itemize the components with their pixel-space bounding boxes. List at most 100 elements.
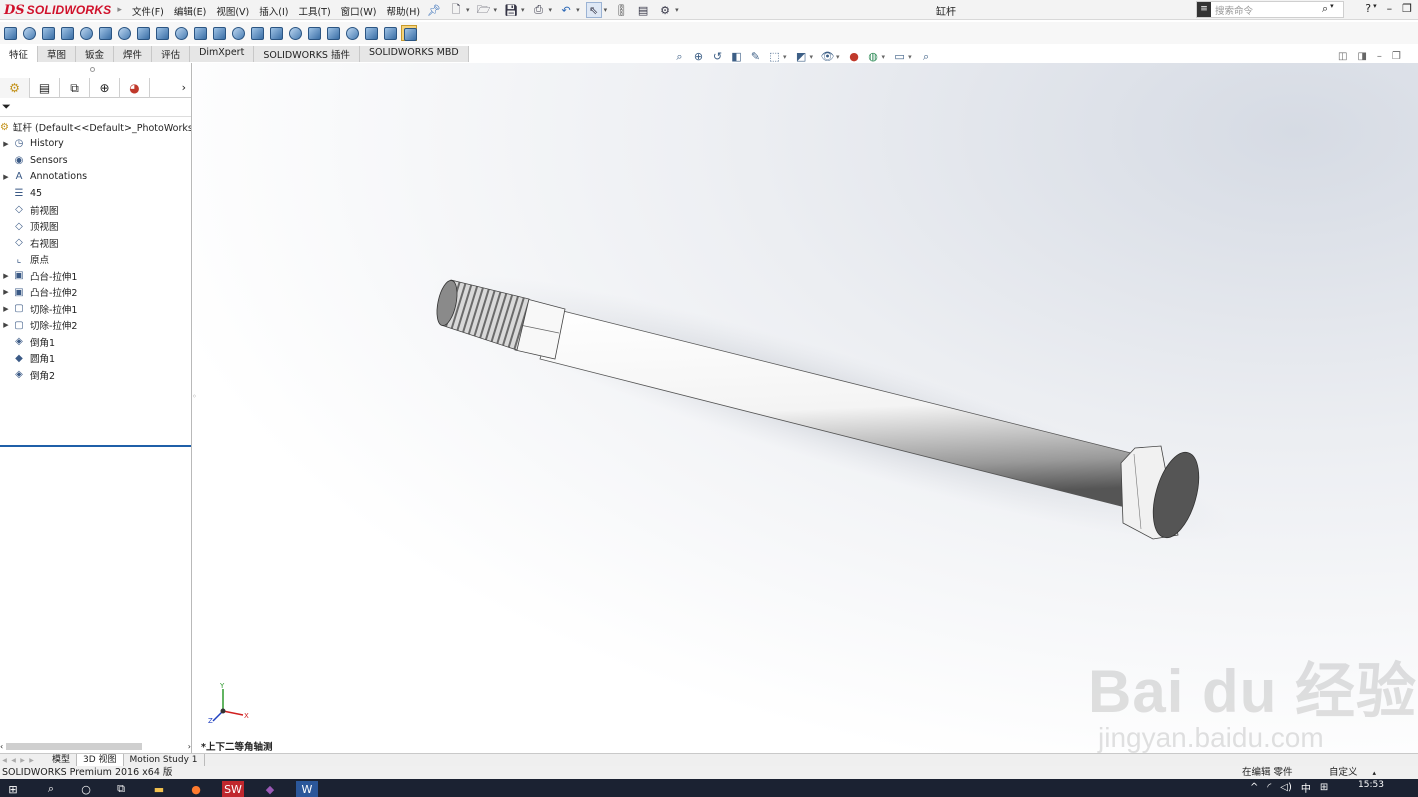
tree-horizontal-scrollbar[interactable]: ‹ ›	[0, 741, 191, 752]
expand-arrow-icon[interactable]: ▶	[0, 305, 12, 313]
extruded-cut-icon[interactable]	[97, 25, 113, 41]
propertymanager-tab-icon[interactable]: ▤	[30, 78, 60, 98]
instant3d-icon[interactable]	[401, 25, 417, 41]
menu-file[interactable]: 文件(F)	[132, 3, 164, 19]
intersect-icon[interactable]	[325, 25, 341, 41]
custom-units-status[interactable]: 自定义 ▴	[1329, 766, 1376, 780]
restore-icon[interactable]: ❐	[1392, 51, 1401, 62]
prev-tab-icon[interactable]: ◀	[9, 757, 18, 764]
search-icon[interactable]: ⌕	[40, 781, 62, 797]
chevron-down-icon[interactable]: ▾	[1373, 2, 1377, 15]
display-style-icon[interactable]: ◩	[794, 49, 809, 64]
draft-icon[interactable]	[287, 25, 303, 41]
tree-filter[interactable]: ⏷	[0, 100, 191, 117]
tab-solidworks-addins[interactable]: SOLIDWORKS 插件	[254, 46, 360, 62]
displaymanager-tab-icon[interactable]: ◕	[120, 78, 150, 98]
tab-dimxpert[interactable]: DimXpert	[190, 46, 255, 62]
dimxpertmanager-tab-icon[interactable]: ⊕	[90, 78, 120, 98]
view-orientation-icon[interactable]: ⬚	[767, 49, 782, 64]
tab-evaluate[interactable]: 评估	[152, 46, 191, 62]
chevron-down-icon[interactable]: ▾	[521, 6, 525, 14]
tab-weldments[interactable]: 焊件	[114, 46, 153, 62]
solidworks-logo[interactable]: DS SOLIDWORKS ▸	[4, 2, 122, 18]
expand-arrow-icon[interactable]: ▶	[0, 173, 12, 181]
tab-model[interactable]: 模型	[46, 754, 78, 766]
apply-scene-icon[interactable]: ◍	[866, 49, 881, 64]
view-settings-icon[interactable]: ▭	[892, 49, 907, 64]
menu-edit[interactable]: 编辑(E)	[174, 3, 206, 19]
tab-sheet-metal[interactable]: 钣金	[76, 46, 115, 62]
edit-appearance-icon[interactable]: ●	[847, 49, 862, 64]
select-cursor-icon[interactable]: ⇖	[585, 2, 602, 18]
first-tab-icon[interactable]: ◀	[0, 757, 9, 764]
tab-solidworks-mbd[interactable]: SOLIDWORKS MBD	[359, 46, 469, 62]
volume-icon[interactable]: ◁)	[1280, 782, 1292, 793]
menu-help[interactable]: 帮助(H)	[386, 3, 420, 19]
lofted-boss-icon[interactable]	[59, 25, 75, 41]
chevron-down-icon[interactable]: ▾	[783, 53, 787, 61]
open-folder-icon[interactable]: 🗁	[476, 2, 492, 18]
collapse-handle[interactable]	[90, 67, 95, 72]
tree-item[interactable]: ⌞ 原点	[0, 251, 191, 268]
word-icon[interactable]: W	[296, 781, 318, 797]
boundary-cut-icon[interactable]	[192, 25, 208, 41]
shell-icon[interactable]	[306, 25, 322, 41]
scroll-left-icon[interactable]: ‹	[0, 742, 3, 751]
help-icon[interactable]: ?	[1365, 2, 1371, 15]
chevron-down-icon[interactable]: ▾	[810, 53, 814, 61]
menu-window[interactable]: 窗口(W)	[341, 3, 377, 19]
menu-tools[interactable]: 工具(T)	[298, 3, 330, 19]
scroll-thumb[interactable]	[6, 743, 143, 750]
input-language[interactable]: 中	[1301, 780, 1311, 795]
chevron-down-icon[interactable]: ▾	[466, 6, 470, 14]
revolved-cut-icon[interactable]	[135, 25, 151, 41]
tree-item[interactable]: ◉ Sensors	[0, 152, 191, 169]
featuremanager-tab-icon[interactable]: ⚙	[0, 78, 30, 98]
chevron-down-icon[interactable]: ▾	[882, 53, 886, 61]
file-explorer-icon[interactable]: ▬	[148, 781, 170, 797]
dynamic-annotation-icon[interactable]: ✎	[748, 49, 763, 64]
scroll-right-icon[interactable]: ›	[188, 742, 191, 751]
previous-view-icon[interactable]: ↺	[710, 49, 725, 64]
expand-arrow-icon[interactable]: ▶	[0, 140, 12, 148]
tree-item[interactable]: ☰ 45	[0, 185, 191, 202]
tree-item[interactable]: ▶ A Annotations	[0, 169, 191, 186]
chevron-down-icon[interactable]: ▾	[549, 6, 553, 14]
tree-item[interactable]: ◇ 前视图	[0, 202, 191, 219]
filter-icon[interactable]: ⏷	[2, 100, 11, 113]
hole-wizard-icon[interactable]	[116, 25, 132, 41]
minimize-icon[interactable]: –	[1377, 51, 1382, 62]
hide-show-items-icon[interactable]: 👁︎	[820, 49, 835, 64]
cortana-icon[interactable]: ○	[75, 781, 97, 797]
menu-view[interactable]: 视图(V)	[216, 3, 249, 19]
rib-icon[interactable]	[249, 25, 265, 41]
chevron-down-icon[interactable]: ▾	[675, 6, 679, 14]
chevron-down-icon[interactable]: ▾	[604, 6, 608, 14]
chevron-down-icon[interactable]: ▾	[1330, 2, 1334, 16]
wrap-icon[interactable]	[268, 25, 284, 41]
lofted-cut-icon[interactable]	[173, 25, 189, 41]
swept-cut-icon[interactable]	[154, 25, 170, 41]
tree-item[interactable]: ◈ 倒角2	[0, 367, 191, 384]
network-icon[interactable]: ◜	[1267, 782, 1271, 793]
graphics-area[interactable]: Y X Z *上下二等角轴测 Bai du 经验 jingyan.baidu.c…	[193, 63, 1418, 753]
save-icon[interactable]: 💾︎	[503, 2, 519, 18]
app-icon[interactable]: ◆	[259, 781, 281, 797]
tree-item[interactable]: ◆ 圆角1	[0, 350, 191, 367]
chevron-right-icon[interactable]: ›	[182, 81, 186, 94]
tree-item[interactable]: ▶ ▣ 凸台-拉伸2	[0, 284, 191, 301]
tree-item[interactable]: ▶ ▢ 切除-拉伸1	[0, 301, 191, 318]
clock[interactable]: 15:53	[1358, 780, 1384, 790]
new-document-icon[interactable]: 🗋	[448, 2, 464, 18]
rebuild-icon[interactable]: 🚦︎	[613, 2, 629, 18]
solidworks-taskbar-icon[interactable]: SW	[222, 781, 244, 797]
tree-item[interactable]: ◈ 倒角1	[0, 334, 191, 351]
chevron-down-icon[interactable]: ▾	[908, 53, 912, 61]
windows-start-icon[interactable]: ⊞	[2, 781, 24, 797]
tab-features[interactable]: 特征	[0, 46, 39, 62]
undo-icon[interactable]: ↶	[558, 2, 574, 18]
tab-3d-view[interactable]: 3D 视图	[77, 754, 124, 766]
search-icon[interactable]: ⌕	[1322, 2, 1328, 16]
panel-splitter[interactable]: ◦	[192, 392, 197, 406]
expand-arrow-icon[interactable]: ▶	[0, 321, 12, 329]
